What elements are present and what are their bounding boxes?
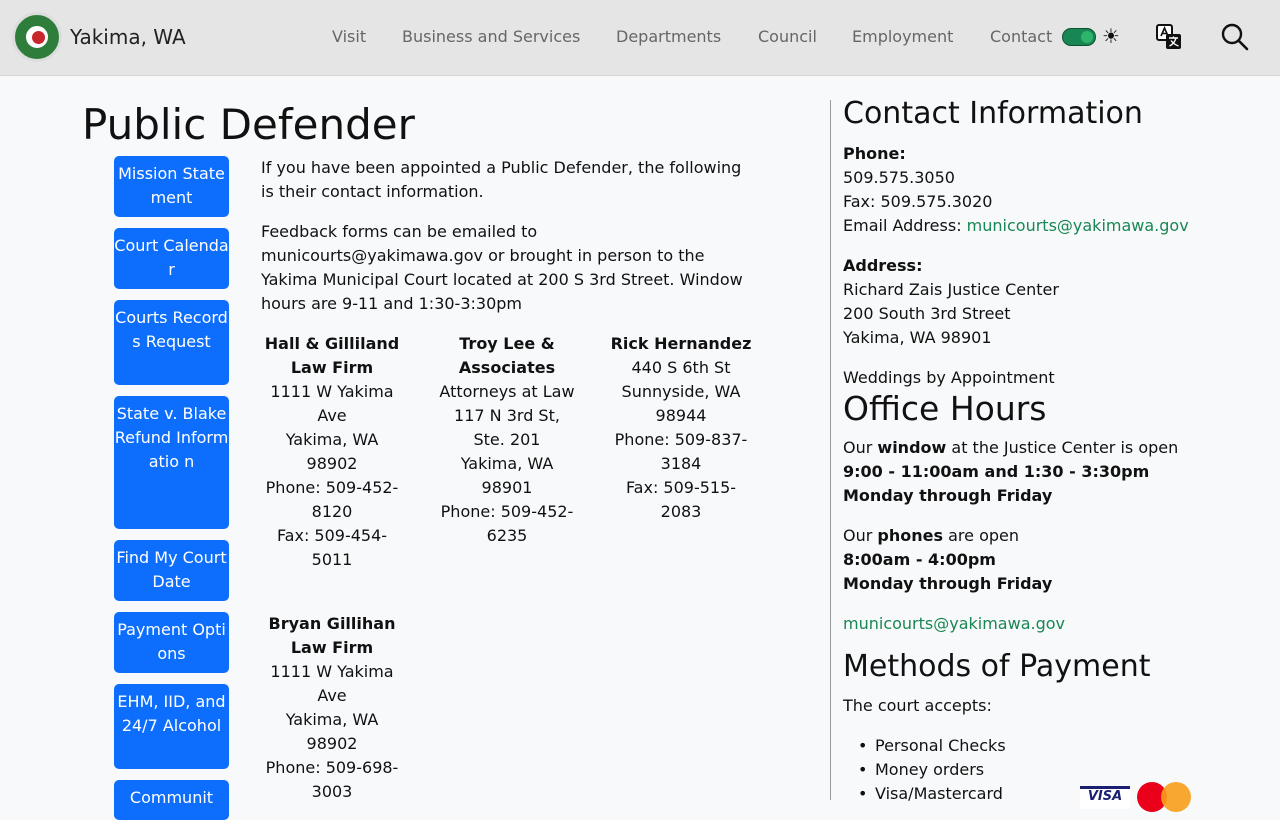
- phone-hours-block: Our phones are open 8:00am - 4:00pm Mond…: [843, 524, 1052, 596]
- sidebar-find-my-court-date-button[interactable]: Find My Court Date: [114, 540, 229, 601]
- sidebar-mission-statement-button[interactable]: Mission Statement: [114, 156, 229, 217]
- nav-business-and-services[interactable]: Business and Services: [402, 27, 580, 46]
- page-title: Public Defender: [82, 100, 415, 149]
- contact-block: Phone: 509.575.3050 Fax: 509.575.3020 Em…: [843, 142, 1189, 238]
- contact-information-heading: Contact Information: [843, 96, 1143, 131]
- column-divider: [830, 100, 831, 800]
- weddings-note: Weddings by Appointment: [843, 368, 1055, 387]
- firm-name: Rick Hernandez: [610, 334, 752, 353]
- payment-method-item: Money orders: [858, 758, 984, 782]
- payment-method-item: Visa/Mastercard: [858, 782, 1003, 806]
- address-block: Address: Richard Zais Justice Center 200…: [843, 254, 1059, 350]
- sidebar-court-calendar-button[interactable]: Court Calendar: [114, 228, 229, 289]
- window-hours: 9:00 - 11:00am and 1:30 - 3:30pm: [843, 462, 1150, 481]
- translate-icon[interactable]: [1156, 24, 1182, 50]
- address-line: Yakima, WA 98901: [843, 328, 992, 347]
- sidebar-state-v-blake-refund-button[interactable]: State v. Blake Refund Informatio n: [114, 396, 229, 529]
- phone-number: 509.575.3050: [843, 168, 955, 187]
- firm-name: Bryan Gillihan Law Firm: [268, 614, 396, 657]
- nav-contact[interactable]: Contact: [990, 27, 1052, 46]
- firm-troy-lee: Troy Lee & Associates Attorneys at Law 117…: [432, 332, 582, 548]
- contact-email-link[interactable]: municourts@yakimawa.gov: [967, 216, 1189, 235]
- phone-hours: 8:00am - 4:00pm: [843, 550, 996, 569]
- sidebar-ehm-iid-alcohol-button[interactable]: EHM, IID, and 24/7 Alcohol: [114, 684, 229, 769]
- address-line: 200 South 3rd Street: [843, 304, 1011, 323]
- sun-icon: ☀: [1102, 24, 1120, 48]
- window-days: Monday through Friday: [843, 486, 1053, 505]
- email-label: Email Address:: [843, 216, 967, 235]
- firm-bryan-gillihan: Bryan Gillihan Law Firm 1111 W Yakima Ave …: [262, 612, 402, 804]
- sidebar-payment-options-button[interactable]: Payment Options: [114, 612, 229, 673]
- payment-method-item: Personal Checks: [858, 734, 1006, 758]
- window-hours-block: Our window at the Justice Center is open…: [843, 436, 1178, 508]
- firm-name: Troy Lee & Associates: [458, 334, 556, 377]
- firm-hall-gilliland: Hall & Gilliland Law Firm 1111 W Yakima Av…: [262, 332, 402, 572]
- intro-paragraph: If you have been appointed a Public Defe…: [261, 158, 742, 201]
- theme-toggle-switch[interactable]: [1062, 28, 1096, 46]
- site-name[interactable]: Yakima, WA: [70, 25, 186, 49]
- methods-of-payment-heading: Methods of Payment: [843, 649, 1151, 684]
- nav-council[interactable]: Council: [758, 27, 817, 46]
- nav-departments[interactable]: Departments: [616, 27, 721, 46]
- feedback-paragraph: Feedback forms can be emailed to municou…: [261, 222, 743, 313]
- fax-number: Fax: 509.575.3020: [843, 192, 993, 211]
- office-hours-heading: Office Hours: [843, 389, 1047, 428]
- mastercard-logo-circle: [1161, 782, 1191, 812]
- phone-days: Monday through Friday: [843, 574, 1053, 593]
- firm-name: Hall & Gilliland Law Firm: [264, 334, 400, 377]
- top-navbar: Yakima, WA Visit Business and Services D…: [0, 0, 1280, 76]
- city-seal-logo[interactable]: [12, 12, 62, 62]
- firm-rick-hernandez: Rick Hernandez 440 S 6th St Sunnyside, WA…: [606, 332, 756, 524]
- payment-intro: The court accepts:: [843, 696, 992, 715]
- address-line: Richard Zais Justice Center: [843, 280, 1059, 299]
- sidebar-community-button[interactable]: Communit: [114, 780, 229, 820]
- sidebar-courts-records-request-button[interactable]: Courts Records Request: [114, 300, 229, 385]
- phone-label: Phone:: [843, 144, 906, 163]
- nav-visit[interactable]: Visit: [332, 27, 366, 46]
- nav-employment[interactable]: Employment: [852, 27, 953, 46]
- visa-logo: VISA: [1080, 786, 1130, 809]
- search-icon[interactable]: [1220, 22, 1250, 52]
- office-email-link[interactable]: municourts@yakimawa.gov: [843, 612, 1065, 636]
- address-label: Address:: [843, 256, 923, 275]
